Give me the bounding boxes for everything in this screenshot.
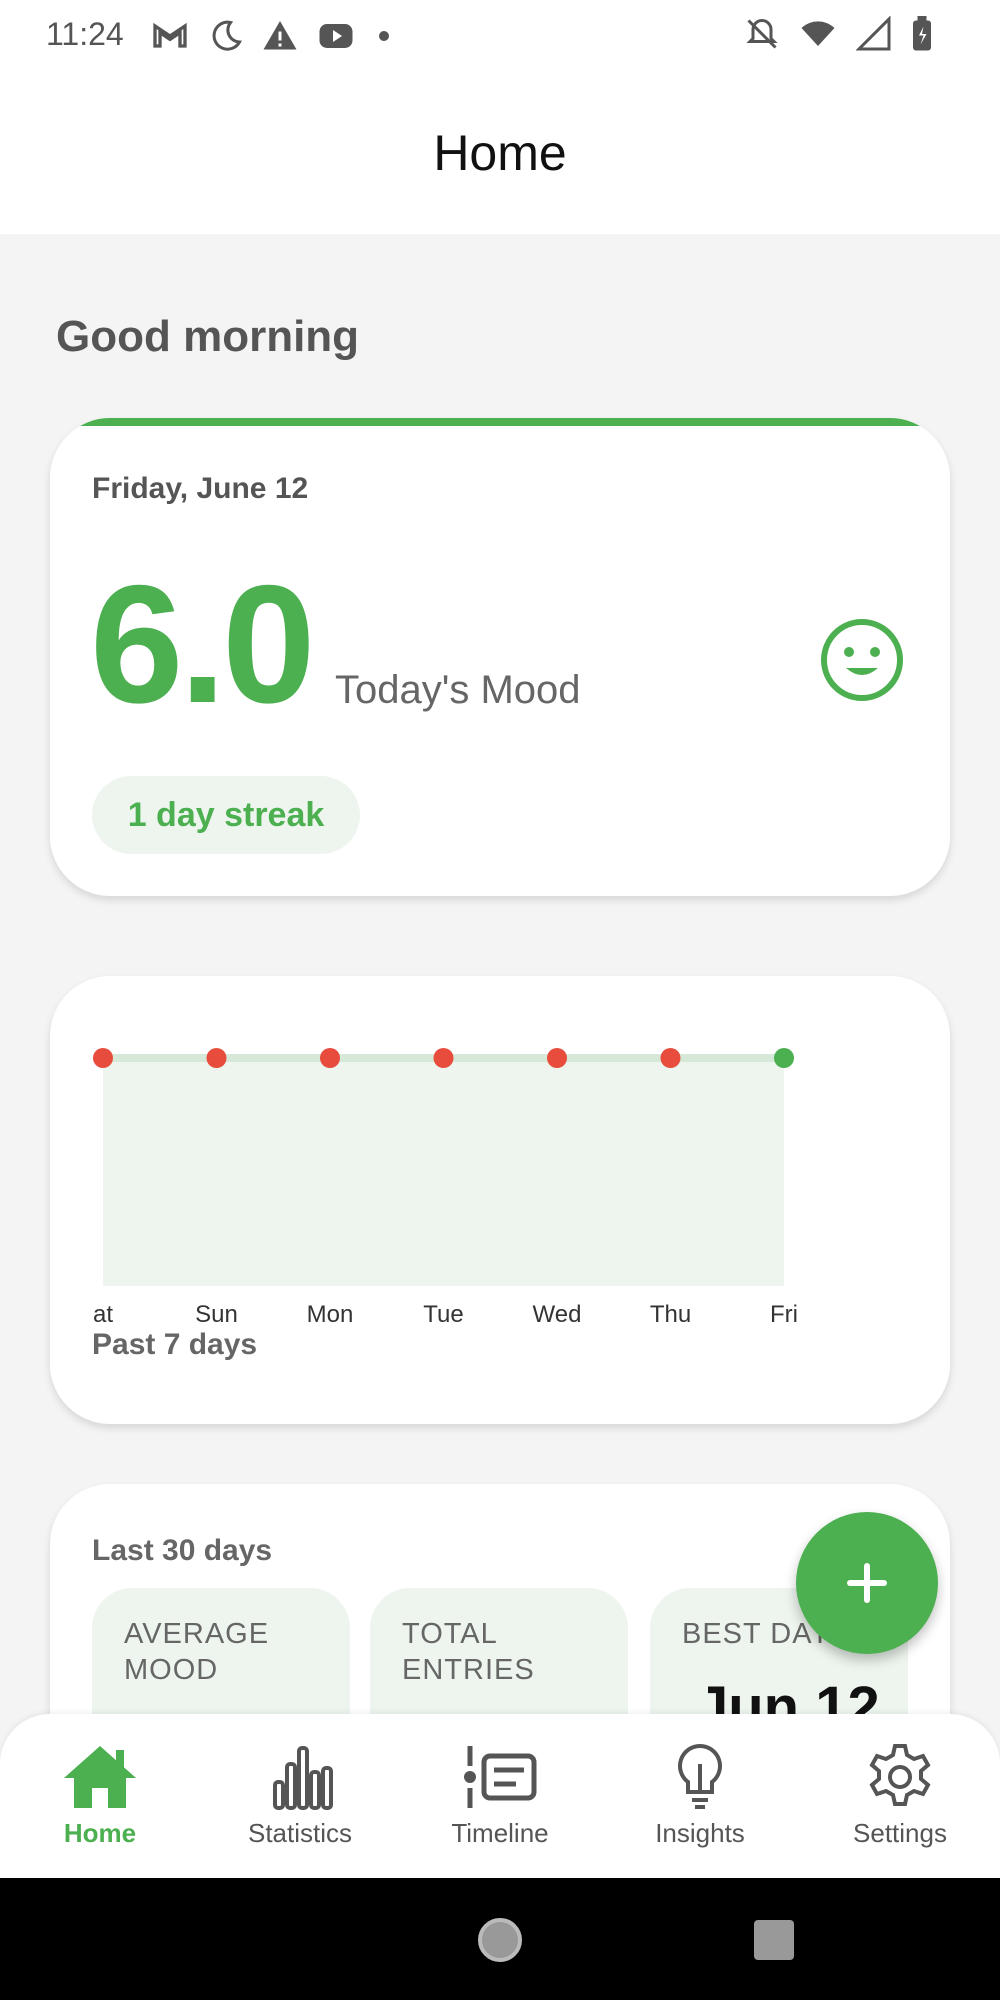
app-bar: Home xyxy=(0,72,1000,234)
today-mood-card[interactable]: Friday, June 12 6.0 Today's Mood 1 day s… xyxy=(50,418,950,896)
moon-icon xyxy=(212,20,242,51)
chart-tick-label: Tue xyxy=(423,1301,463,1328)
chart-point xyxy=(660,1048,681,1068)
chart-tick-label: at xyxy=(93,1301,113,1328)
chart-point xyxy=(93,1048,113,1068)
signal-icon xyxy=(856,16,891,51)
battery-icon xyxy=(913,16,931,51)
bar-chart-icon xyxy=(273,1746,333,1810)
nav-label: Insights xyxy=(655,1818,745,1848)
stat-label: AVERAGE MOOD xyxy=(124,1618,270,1686)
chart-tick-label: Thu xyxy=(650,1301,691,1328)
nav-label: Settings xyxy=(853,1818,947,1848)
chart-point xyxy=(206,1048,227,1068)
chart-tick-label: Sun xyxy=(195,1301,238,1328)
stat-label: TOTAL ENTRIES xyxy=(402,1618,535,1686)
dot-icon xyxy=(379,31,389,41)
youtube-icon xyxy=(319,24,353,48)
nav-item-home[interactable]: Home xyxy=(0,1742,200,1862)
system-recents-button[interactable] xyxy=(754,1920,794,1960)
warning-icon xyxy=(263,21,297,50)
greeting-text: Good morning xyxy=(56,312,360,361)
chart-point xyxy=(433,1048,454,1068)
gear-icon xyxy=(869,1744,931,1806)
mood-card-accent-bar xyxy=(50,418,950,426)
nav-item-timeline[interactable]: Timeline xyxy=(400,1742,600,1862)
nav-item-settings[interactable]: Settings xyxy=(800,1742,1000,1862)
nav-item-statistics[interactable]: Statistics xyxy=(200,1742,400,1862)
streak-badge: 1 day streak xyxy=(92,776,360,854)
timeline-icon xyxy=(464,1746,537,1808)
mood-label: Today's Mood xyxy=(335,668,581,712)
chart-tick-label: Mon xyxy=(307,1301,354,1328)
mood-date: Friday, June 12 xyxy=(92,472,309,505)
chart-point xyxy=(774,1048,794,1068)
status-time: 11:24 xyxy=(46,16,124,52)
smile-icon xyxy=(821,619,903,701)
chart-tick-label: Wed xyxy=(533,1301,582,1328)
wifi-icon xyxy=(801,21,835,46)
chart-tick-label: Fri xyxy=(770,1301,798,1328)
home-icon xyxy=(64,1746,136,1808)
system-home-button[interactable] xyxy=(478,1918,522,1962)
add-entry-button[interactable] xyxy=(796,1512,938,1654)
nav-label: Timeline xyxy=(451,1818,549,1848)
chart-point xyxy=(320,1048,340,1068)
bell-off-icon xyxy=(746,18,778,49)
chart-point xyxy=(547,1048,567,1068)
bottom-navigation: Home Statistics Timeline Insights Settin… xyxy=(0,1714,1000,1878)
stats-title: Last 30 days xyxy=(92,1534,273,1567)
status-bar: 11:24 xyxy=(0,0,1000,72)
chart-caption: Past 7 days xyxy=(92,1328,258,1361)
nav-label: Statistics xyxy=(247,1818,353,1848)
mood-score: 6.0 xyxy=(90,550,316,738)
nav-item-insights[interactable]: Insights xyxy=(600,1742,800,1862)
chart-area-fill xyxy=(103,1058,784,1286)
lightbulb-icon xyxy=(678,1743,722,1809)
page-title: Home xyxy=(433,125,567,181)
gmail-icon xyxy=(153,22,187,48)
plus-icon xyxy=(847,1563,887,1603)
nav-label: Home xyxy=(63,1818,137,1848)
system-navigation-bar xyxy=(0,1878,1000,2000)
past-7-days-chart-card[interactable]: at Sun Mon Tue Wed Thu Fri Past 7 days xyxy=(50,976,950,1424)
